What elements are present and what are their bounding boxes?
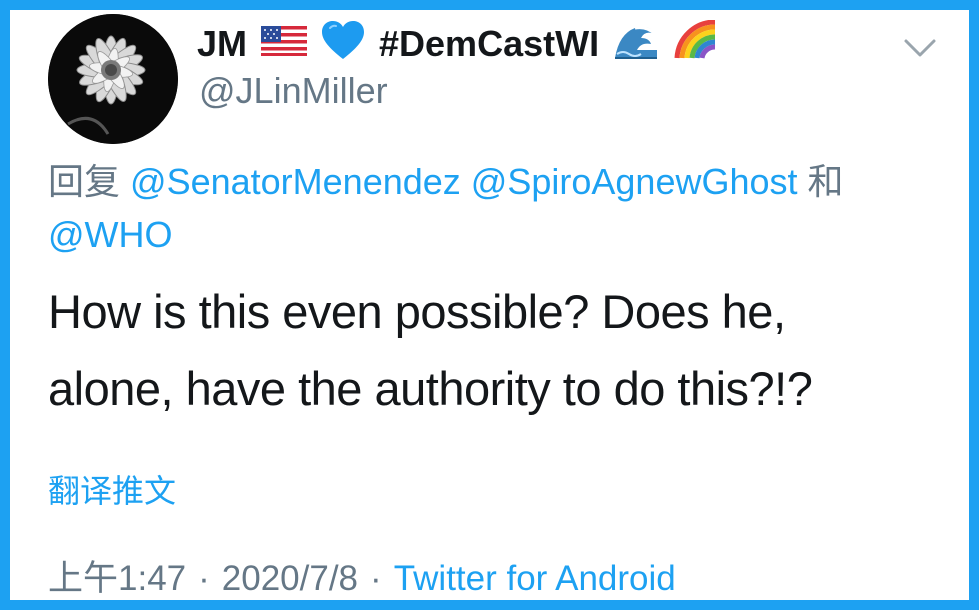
author-name: JM: [197, 23, 248, 64]
tweet-card: JM #DemCastWI @JLinMiller 回复 @SenatorMen…: [10, 10, 969, 600]
wave-icon: [613, 20, 659, 69]
us-flag-icon: [261, 23, 308, 65]
translate-tweet-link[interactable]: 翻译推文: [48, 466, 176, 512]
flower-photo-icon: [48, 14, 178, 144]
rainbow-icon: [673, 18, 719, 69]
mention-link[interactable]: @SpiroAgnewGhost: [471, 161, 798, 202]
reply-prefix: 回复: [48, 161, 121, 202]
author-name-row[interactable]: JM #DemCastWI: [197, 18, 719, 69]
tweet-date[interactable]: 2020/7/8: [222, 559, 358, 598]
tweet-text-line: How is this even possible? Does he,: [48, 285, 786, 338]
mention-link[interactable]: @WHO: [48, 214, 173, 255]
tweet-text-line: alone, have the authority to do this?!?: [48, 362, 813, 415]
blue-heart-icon: [321, 20, 365, 69]
reply-conjunction: 和: [807, 161, 844, 202]
meta-separator: ·: [198, 559, 210, 598]
chevron-down-icon[interactable]: [902, 36, 938, 60]
tweet-text: How is this even possible? Does he, alon…: [48, 273, 948, 427]
meta-separator: ·: [370, 559, 382, 598]
tweet-source-link[interactable]: Twitter for Android: [394, 559, 676, 598]
tweet-meta: 上午1:47 · 2020/7/8 · Twitter for Android: [48, 550, 676, 600]
mention-link[interactable]: @SenatorMenendez: [130, 161, 461, 202]
tweet-time[interactable]: 上午1:47: [48, 559, 186, 598]
author-name-suffix: #DemCastWI: [379, 23, 600, 64]
avatar[interactable]: [48, 14, 178, 144]
author-handle[interactable]: @JLinMiller: [199, 70, 388, 112]
reply-context: 回复 @SenatorMenendez @SpiroAgnewGhost 和 @…: [48, 155, 928, 261]
